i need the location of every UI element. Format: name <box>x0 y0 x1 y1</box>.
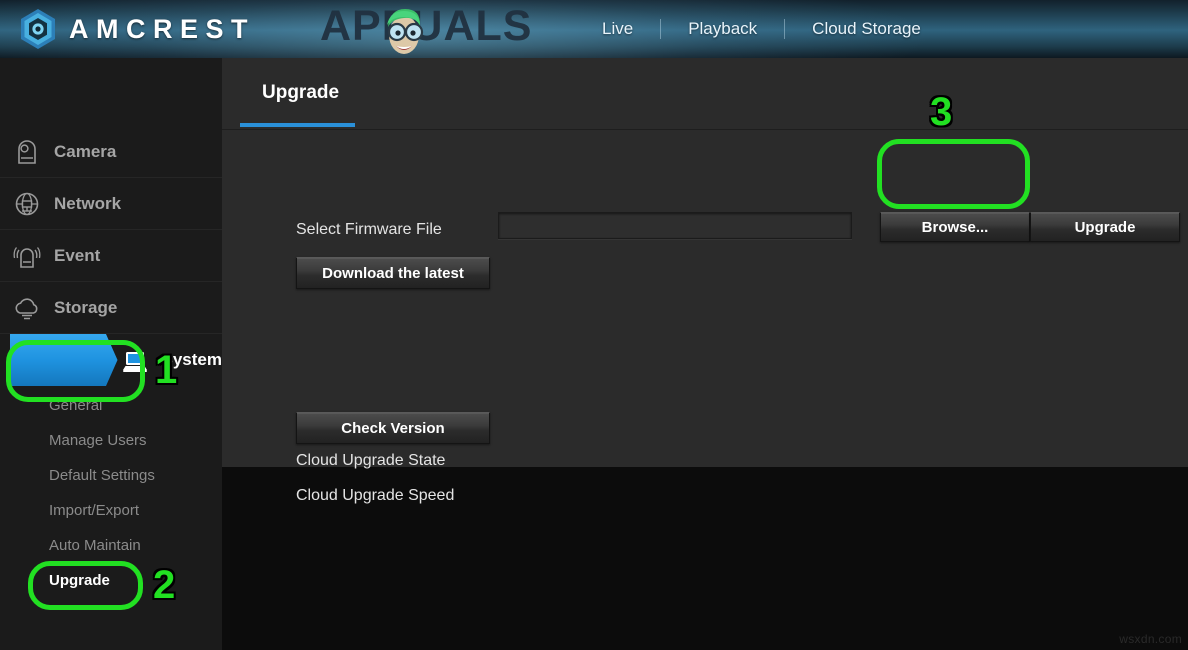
sidebar-item-event[interactable]: Event <box>0 230 222 282</box>
nav-cloud-storage[interactable]: Cloud Storage <box>785 19 948 39</box>
nav-live[interactable]: Live <box>575 19 660 39</box>
sidebar-main-nav: Camera Network Event Storage System <box>0 126 222 386</box>
upgrade-form: Select Firmware File Download the latest… <box>222 131 1188 504</box>
sidebar-item-camera[interactable]: Camera <box>0 126 222 178</box>
sidebar: Camera Network Event Storage System Gene… <box>0 58 222 650</box>
main-content-panel: Upgrade Select Firmware File Download th… <box>222 58 1188 504</box>
download-latest-button[interactable]: Download the latest <box>296 257 490 289</box>
sidebar-item-network[interactable]: Network <box>0 178 222 230</box>
firmware-file-input[interactable] <box>498 212 852 239</box>
nav-playback[interactable]: Playback <box>661 19 784 39</box>
sidebar-item-upgrade[interactable]: Upgrade <box>0 563 222 598</box>
app-header: AMCREST APPUALS Live Playback Cloud Stor… <box>0 0 1188 58</box>
sidebar-item-import-export[interactable]: Import/Export <box>0 493 222 528</box>
camera-dome-icon <box>18 139 36 164</box>
amcrest-hex-logo-icon <box>21 9 55 49</box>
sub-item-label: General <box>49 397 103 414</box>
tab-strip: Upgrade <box>222 58 1188 130</box>
sub-item-label: Default Settings <box>49 467 155 484</box>
upgrade-button[interactable]: Upgrade <box>1030 212 1180 242</box>
cloud-upgrade-speed-label: Cloud Upgrade Speed <box>296 487 455 504</box>
sidebar-item-label: Event <box>54 245 101 265</box>
sidebar-item-label: Camera <box>54 141 117 161</box>
sub-item-label: Upgrade <box>49 572 110 589</box>
amcrest-web-ui: AMCREST APPUALS Live Playback Cloud Stor… <box>0 0 1188 650</box>
sidebar-item-system[interactable]: System <box>0 334 222 386</box>
select-firmware-label: Select Firmware File <box>296 221 442 238</box>
corner-watermark: wsxdn.com <box>1119 632 1182 646</box>
sub-item-label: Auto Maintain <box>49 537 141 554</box>
brand-name: AMCREST <box>69 13 255 44</box>
sidebar-item-general[interactable]: General <box>0 388 222 423</box>
alarm-bell-icon <box>13 246 41 268</box>
system-active-highlight <box>10 334 118 386</box>
sidebar-item-label: Storage <box>54 297 118 317</box>
top-navigation: Live Playback Cloud Storage <box>575 0 948 58</box>
globe-network-icon <box>15 192 39 215</box>
sidebar-item-label: System <box>161 350 222 369</box>
sidebar-item-auto-maintain[interactable]: Auto Maintain <box>0 528 222 563</box>
cloud-storage-icon <box>15 297 38 319</box>
brand: AMCREST <box>18 8 255 50</box>
cloud-upgrade-state-label: Cloud Upgrade State <box>296 452 446 469</box>
sidebar-item-storage[interactable]: Storage <box>0 282 222 334</box>
browse-button[interactable]: Browse... <box>880 212 1030 242</box>
sidebar-item-manage-users[interactable]: Manage Users <box>0 423 222 458</box>
check-version-button[interactable]: Check Version <box>296 412 490 444</box>
monitor-system-icon <box>122 352 147 372</box>
appuals-watermark: APPUALS <box>320 2 532 54</box>
sub-item-label: Manage Users <box>49 432 147 449</box>
sidebar-item-label: Network <box>54 193 122 213</box>
tab-active-underline <box>240 123 355 127</box>
sub-item-label: Import/Export <box>49 502 140 519</box>
tab-upgrade[interactable]: Upgrade <box>262 82 339 104</box>
sidebar-sub-nav: General Manage Users Default Settings Im… <box>0 388 222 598</box>
appuals-mascot-icon <box>387 9 424 54</box>
sidebar-item-default-settings[interactable]: Default Settings <box>0 458 222 493</box>
